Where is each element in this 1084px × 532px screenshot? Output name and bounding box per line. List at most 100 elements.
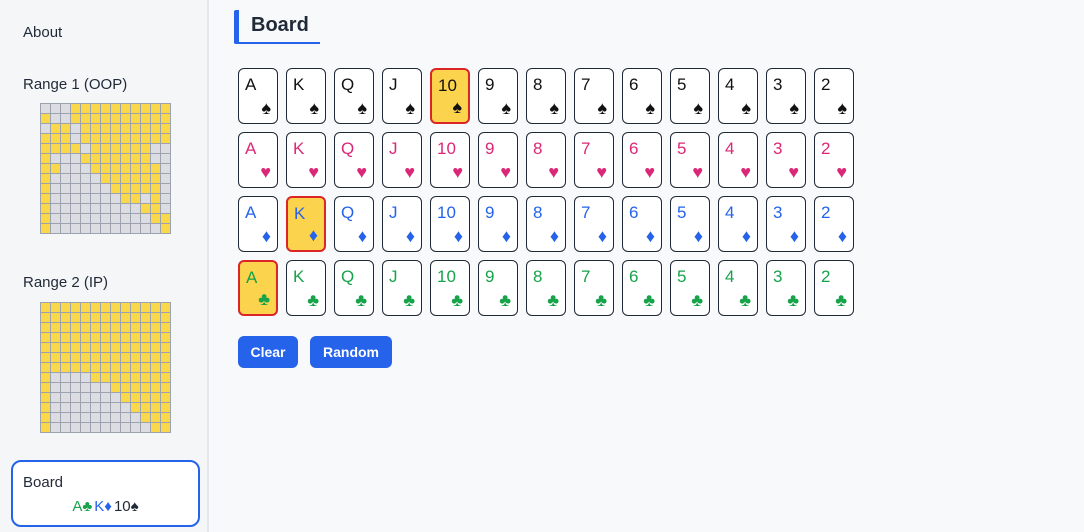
range-cell[interactable] xyxy=(81,423,90,432)
range-cell[interactable] xyxy=(81,303,90,312)
range-cell[interactable] xyxy=(121,393,130,402)
range-cell[interactable] xyxy=(51,134,60,143)
range-cell[interactable] xyxy=(81,313,90,322)
range-cell[interactable] xyxy=(91,124,100,133)
card-9-clubs[interactable]: 9 ♣ xyxy=(478,260,518,316)
range-cell[interactable] xyxy=(121,154,130,163)
range-cell[interactable] xyxy=(151,184,160,193)
range-cell[interactable] xyxy=(151,224,160,233)
range-cell[interactable] xyxy=(71,383,80,392)
range-cell[interactable] xyxy=(91,204,100,213)
range-cell[interactable] xyxy=(101,184,110,193)
range-cell[interactable] xyxy=(71,214,80,223)
range-cell[interactable] xyxy=(161,214,170,223)
range-cell[interactable] xyxy=(151,363,160,372)
range-cell[interactable] xyxy=(91,423,100,432)
card-4-clubs[interactable]: 4 ♣ xyxy=(718,260,758,316)
range-cell[interactable] xyxy=(51,363,60,372)
range-cell[interactable] xyxy=(61,303,70,312)
range-cell[interactable] xyxy=(161,313,170,322)
range-cell[interactable] xyxy=(81,353,90,362)
range-cell[interactable] xyxy=(131,154,140,163)
range-cell[interactable] xyxy=(161,303,170,312)
card-6-clubs[interactable]: 6 ♣ xyxy=(622,260,662,316)
range-cell[interactable] xyxy=(131,373,140,382)
range-cell[interactable] xyxy=(41,204,50,213)
range-cell[interactable] xyxy=(151,194,160,203)
range-cell[interactable] xyxy=(71,144,80,153)
range-cell[interactable] xyxy=(141,403,150,412)
range-cell[interactable] xyxy=(141,124,150,133)
range-cell[interactable] xyxy=(141,184,150,193)
range-cell[interactable] xyxy=(121,333,130,342)
range-cell[interactable] xyxy=(51,393,60,402)
range-cell[interactable] xyxy=(41,383,50,392)
range-cell[interactable] xyxy=(141,224,150,233)
range-cell[interactable] xyxy=(151,413,160,422)
range-cell[interactable] xyxy=(81,154,90,163)
range-cell[interactable] xyxy=(131,224,140,233)
range-cell[interactable] xyxy=(41,124,50,133)
range-cell[interactable] xyxy=(81,194,90,203)
range-cell[interactable] xyxy=(91,144,100,153)
range-cell[interactable] xyxy=(151,403,160,412)
range-cell[interactable] xyxy=(51,204,60,213)
range-cell[interactable] xyxy=(121,184,130,193)
range-cell[interactable] xyxy=(41,353,50,362)
card-6-spades[interactable]: 6 ♠ xyxy=(622,68,662,124)
range-cell[interactable] xyxy=(151,323,160,332)
range-cell[interactable] xyxy=(131,423,140,432)
range-cell[interactable] xyxy=(81,333,90,342)
range-cell[interactable] xyxy=(141,204,150,213)
range-cell[interactable] xyxy=(121,134,130,143)
range-cell[interactable] xyxy=(51,224,60,233)
range-cell[interactable] xyxy=(51,383,60,392)
range-cell[interactable] xyxy=(71,114,80,123)
card-q-diamonds[interactable]: Q ♦ xyxy=(334,196,374,252)
range-cell[interactable] xyxy=(61,363,70,372)
range-cell[interactable] xyxy=(71,164,80,173)
range-cell[interactable] xyxy=(161,134,170,143)
range-cell[interactable] xyxy=(41,184,50,193)
range-cell[interactable] xyxy=(91,184,100,193)
range-cell[interactable] xyxy=(81,134,90,143)
range-cell[interactable] xyxy=(141,303,150,312)
range-cell[interactable] xyxy=(121,104,130,113)
range-cell[interactable] xyxy=(61,144,70,153)
range-cell[interactable] xyxy=(51,184,60,193)
range-cell[interactable] xyxy=(71,393,80,402)
range-cell[interactable] xyxy=(61,383,70,392)
range-cell[interactable] xyxy=(41,393,50,402)
card-5-clubs[interactable]: 5 ♣ xyxy=(670,260,710,316)
range-cell[interactable] xyxy=(91,134,100,143)
range-cell[interactable] xyxy=(51,303,60,312)
card-10-diamonds[interactable]: 10 ♦ xyxy=(430,196,470,252)
range-cell[interactable] xyxy=(111,194,120,203)
range-cell[interactable] xyxy=(51,194,60,203)
range-cell[interactable] xyxy=(141,343,150,352)
range-cell[interactable] xyxy=(141,214,150,223)
range-cell[interactable] xyxy=(161,144,170,153)
range-cell[interactable] xyxy=(161,174,170,183)
range-cell[interactable] xyxy=(131,144,140,153)
range-cell[interactable] xyxy=(151,214,160,223)
range-cell[interactable] xyxy=(101,224,110,233)
range-cell[interactable] xyxy=(111,403,120,412)
range-cell[interactable] xyxy=(51,114,60,123)
range-cell[interactable] xyxy=(71,343,80,352)
card-7-clubs[interactable]: 7 ♣ xyxy=(574,260,614,316)
range-cell[interactable] xyxy=(151,313,160,322)
range-cell[interactable] xyxy=(71,333,80,342)
card-8-hearts[interactable]: 8 ♥ xyxy=(526,132,566,188)
range-cell[interactable] xyxy=(151,114,160,123)
card-a-diamonds[interactable]: A ♦ xyxy=(238,196,278,252)
range-cell[interactable] xyxy=(91,313,100,322)
range-cell[interactable] xyxy=(71,134,80,143)
range-cell[interactable] xyxy=(141,134,150,143)
range-cell[interactable] xyxy=(101,393,110,402)
range-cell[interactable] xyxy=(131,303,140,312)
range-cell[interactable] xyxy=(161,154,170,163)
range-cell[interactable] xyxy=(61,353,70,362)
range-cell[interactable] xyxy=(111,204,120,213)
range-cell[interactable] xyxy=(111,114,120,123)
